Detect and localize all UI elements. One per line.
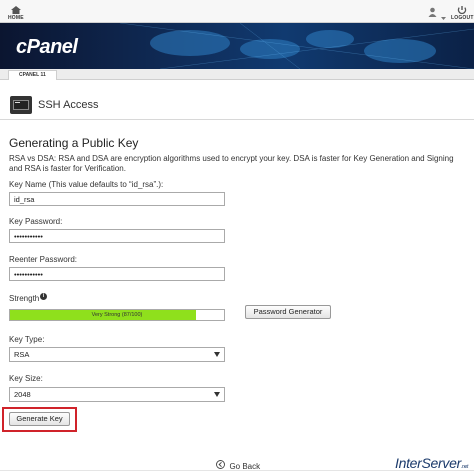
sub-navigation-bar xyxy=(0,69,474,80)
interserver-logo-text: InterServer xyxy=(395,455,461,471)
ssh-terminal-icon xyxy=(10,96,32,114)
logout-icon xyxy=(458,6,467,15)
interserver-logo: InterServer.net xyxy=(395,455,468,471)
strength-label: Strength xyxy=(9,294,40,303)
chevron-down-icon xyxy=(214,352,220,357)
key-type-select[interactable]: RSA xyxy=(9,347,225,362)
section-heading: Generating a Public Key xyxy=(9,136,139,150)
reenter-password-input[interactable]: ••••••••••• xyxy=(9,267,225,281)
user-icon[interactable] xyxy=(428,4,437,22)
logout-link[interactable]: LOGOUT xyxy=(451,5,474,21)
key-name-label: Key Name (This value defaults to “id_rsa… xyxy=(9,180,164,189)
reenter-password-label: Reenter Password: xyxy=(9,255,78,264)
interserver-logo-suffix: .net xyxy=(460,464,469,470)
key-password-label: Key Password: xyxy=(9,217,63,226)
title-divider xyxy=(0,119,474,120)
top-navigation-bar xyxy=(0,0,474,23)
key-password-input[interactable]: ••••••••••• xyxy=(9,229,225,243)
key-name-input[interactable]: id_rsa xyxy=(9,192,225,206)
key-size-value: 2048 xyxy=(14,390,31,399)
key-size-label: Key Size: xyxy=(9,374,43,383)
key-type-label: Key Type: xyxy=(9,335,45,344)
rsa-dsa-description: RSA vs DSA: RSA and DSA are encryption a… xyxy=(9,154,454,173)
strength-meter-text: Very Strong (87/100) xyxy=(91,312,143,318)
key-type-value: RSA xyxy=(14,350,30,359)
home-label: HOME xyxy=(8,15,24,21)
chevron-down-icon xyxy=(214,392,220,397)
generate-key-button[interactable]: Generate Key xyxy=(9,412,70,426)
password-strength-meter: Very Strong (87/100) xyxy=(9,309,225,321)
password-generator-button[interactable]: Password Generator xyxy=(245,305,331,319)
info-icon[interactable]: i xyxy=(40,293,47,300)
logout-label: LOGOUT xyxy=(451,15,474,21)
tab-cpanel-11[interactable]: CPANEL 11 xyxy=(8,70,57,80)
go-back-link[interactable]: Go Back xyxy=(216,456,260,474)
back-arrow-icon xyxy=(216,460,225,470)
key-size-select[interactable]: 2048 xyxy=(9,387,225,402)
home-icon xyxy=(10,6,21,14)
home-link[interactable]: HOME xyxy=(8,5,24,21)
cpanel-logo[interactable]: cPanel xyxy=(16,36,78,59)
page-title: SSH Access xyxy=(38,99,99,111)
